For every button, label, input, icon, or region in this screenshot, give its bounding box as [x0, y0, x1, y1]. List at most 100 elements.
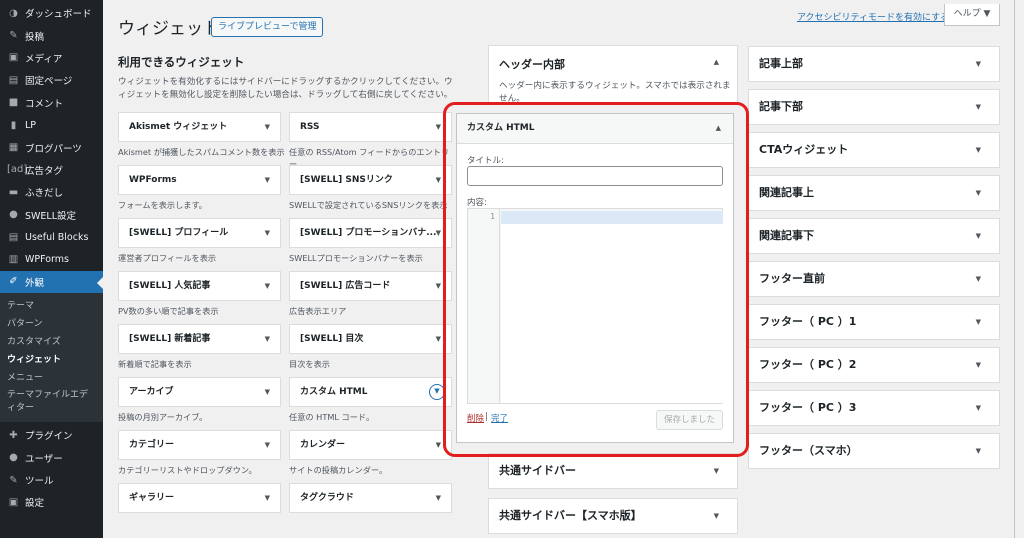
widget-tile[interactable]: ギャラリー ▼: [118, 483, 281, 513]
expand-arrow-icon[interactable]: ▼: [976, 434, 981, 468]
widget-description: SWELLプロモーションバナーを表示: [289, 253, 423, 263]
widget-description: 新着順で記事を表示: [118, 359, 192, 369]
sidebar-item-appearance[interactable]: ✐ 外観: [0, 270, 103, 294]
expand-arrow-icon[interactable]: ▼: [265, 166, 270, 194]
widget-tile[interactable]: [SWELL] プロフィール ▼: [118, 218, 281, 248]
sidebar-item-blog-parts[interactable]: ▦ ブログパーツ: [0, 136, 103, 158]
expand-arrow-icon[interactable]: ▼: [265, 325, 270, 353]
submenu-item[interactable]: パターン: [0, 315, 103, 333]
sidebar-area[interactable]: 関連記事上 ▼: [748, 175, 1000, 211]
sidebar-area[interactable]: フッター（ PC ）2 ▼: [748, 347, 1000, 383]
widget-tile[interactable]: WPForms ▼: [118, 165, 281, 195]
widget-tile[interactable]: アーカイブ ▼: [118, 377, 281, 407]
sidebar-item-user[interactable]: ● ユーザー: [0, 446, 103, 468]
active-arrow-indicator: [97, 276, 103, 289]
appearance-icon: ✐: [9, 276, 18, 288]
widget-tile[interactable]: [SWELL] プロモーションバナ... ▼: [289, 218, 452, 248]
widget-tile[interactable]: [SWELL] SNSリンク ▼: [289, 165, 452, 195]
sidebar-item-lp[interactable]: ▮ LP: [0, 114, 103, 136]
sidebar-item-media[interactable]: ▣ メディア: [0, 47, 103, 69]
expand-arrow-icon[interactable]: ▼: [976, 219, 981, 253]
sidebar-item-pin[interactable]: ✎ 投稿: [0, 24, 103, 46]
widget-tile[interactable]: RSS ▼: [289, 112, 452, 142]
widget-tile[interactable]: Akismet ウィジェット ▼: [118, 112, 281, 142]
sidebar-area[interactable]: 関連記事下 ▼: [748, 218, 1000, 254]
expand-arrow-icon[interactable]: ▼: [976, 262, 981, 296]
widget-tile[interactable]: タグクラウド ▼: [289, 483, 452, 513]
sidebar-item-blocks[interactable]: ▤ Useful Blocks: [0, 226, 103, 248]
sidebar-item-swell[interactable]: ● SWELL設定: [0, 204, 103, 226]
area-title: 共通サイドバー: [499, 464, 576, 477]
widget-tile[interactable]: [SWELL] 人気記事 ▼: [118, 271, 281, 301]
sidebar-area[interactable]: フッター（スマホ） ▼: [748, 433, 1000, 469]
live-preview-button[interactable]: ライブプレビューで管理: [211, 17, 324, 37]
sidebar-area[interactable]: フッター直前 ▼: [748, 261, 1000, 297]
expand-arrow-icon[interactable]: ▼: [265, 431, 270, 459]
expand-arrow-icon[interactable]: ▼: [436, 113, 441, 141]
expand-arrow-icon[interactable]: ▼: [976, 348, 981, 382]
expand-arrow-icon[interactable]: ▼: [436, 166, 441, 194]
sidebar-item-comment[interactable]: ■ コメント: [0, 92, 103, 114]
expand-arrow-icon[interactable]: ▼: [976, 305, 981, 339]
help-tab-button[interactable]: ヘルプ ▼: [944, 4, 1000, 26]
sidebar-item-ad-tag[interactable]: [ad] 広告タグ: [0, 159, 103, 181]
expand-arrow-icon[interactable]: ▼: [436, 484, 441, 512]
sidebar-area[interactable]: 記事下部 ▼: [748, 89, 1000, 125]
sidebar-item-label: WPForms: [25, 253, 70, 265]
sidebar-area[interactable]: 記事上部 ▼: [748, 46, 1000, 82]
widget-name: アーカイブ: [129, 387, 174, 397]
sidebar-area[interactable]: CTAウィジェット ▼: [748, 132, 1000, 168]
sidebar-item-label: 固定ページ: [25, 76, 73, 88]
expand-arrow-icon[interactable]: ▼: [265, 484, 270, 512]
expand-arrow-icon[interactable]: ▼: [436, 325, 441, 353]
widget-tile[interactable]: カスタム HTML ▼: [289, 377, 452, 407]
widget-tile[interactable]: [SWELL] 新着記事 ▼: [118, 324, 281, 354]
expand-arrow-icon[interactable]: ▼: [976, 176, 981, 210]
expand-arrow-icon[interactable]: ▼: [976, 133, 981, 167]
expand-arrow-icon[interactable]: ▼: [436, 219, 441, 247]
widget-tile[interactable]: [SWELL] 目次 ▼: [289, 324, 452, 354]
widget-tile[interactable]: カテゴリー ▼: [118, 430, 281, 460]
expand-arrow-icon[interactable]: ▼: [976, 391, 981, 425]
area-title: 共通サイドバー【スマホ版】: [499, 509, 642, 522]
widget-tile[interactable]: [SWELL] 広告コード ▼: [289, 271, 452, 301]
area-common-sidebar[interactable]: 共通サイドバー ▼: [488, 453, 738, 489]
submenu-item[interactable]: テーマ: [0, 297, 103, 315]
expand-arrow-icon[interactable]: ▼: [714, 499, 719, 533]
widget-description: カテゴリーリストやドロップダウン。: [118, 465, 257, 475]
nav-top: ◑ ダッシュボード ✎ 投稿 ▣ メディア ▤ 固定ページ ■ コメント ▮ LP ▦ ブログパーツ [ad…: [0, 0, 103, 271]
accessibility-mode-link[interactable]: アクセシビリティモードを有効にする: [797, 10, 949, 23]
expand-arrow-icon[interactable]: ▼: [714, 454, 719, 488]
expand-arrow-icon[interactable]: ▼: [976, 47, 981, 81]
sidebar-item-balloon[interactable]: ▬ ふきだし: [0, 181, 103, 203]
sidebar-item-dashboard[interactable]: ◑ ダッシュボード: [0, 2, 103, 24]
submenu-item[interactable]: カスタマイズ: [0, 333, 103, 351]
area-title: フッター（ PC ）3: [759, 401, 857, 414]
sidebar-item-tool[interactable]: ✎ ツール: [0, 469, 103, 491]
sidebar-area[interactable]: フッター（ PC ）3 ▼: [748, 390, 1000, 426]
submenu-item[interactable]: テーマファイルエディター: [0, 387, 96, 417]
area-title: 関連記事下: [759, 229, 814, 242]
expand-arrow-icon[interactable]: ▼: [265, 272, 270, 300]
expand-arrow-icon[interactable]: ▼: [265, 113, 270, 141]
sidebar-item-settings[interactable]: ▣ 設定: [0, 491, 103, 513]
sidebar-item-page[interactable]: ▤ 固定ページ: [0, 69, 103, 91]
widget-description: 運営者プロフィールを表示: [118, 253, 217, 263]
expand-arrow-icon[interactable]: ▼: [265, 219, 270, 247]
sidebar-item-wpforms[interactable]: ▥ WPForms: [0, 248, 103, 270]
expand-arrow-icon[interactable]: ▼: [436, 272, 441, 300]
area-common-sidebar-sp[interactable]: 共通サイドバー【スマホ版】 ▼: [488, 498, 738, 534]
expand-arrow-icon[interactable]: ▼: [436, 431, 441, 459]
submenu-item[interactable]: ウィジェット: [0, 351, 103, 369]
sidebar-item-label: 外観: [25, 277, 45, 289]
widget-tile[interactable]: カレンダー ▼: [289, 430, 452, 460]
collapse-arrow-icon[interactable]: ▲: [714, 58, 719, 66]
expand-arrow-icon[interactable]: ▼: [976, 90, 981, 124]
submenu-item[interactable]: メニュー: [0, 369, 103, 387]
sidebar-item-plugin[interactable]: ✚ プラグイン: [0, 424, 103, 446]
sidebar-area[interactable]: フッター（ PC ）1 ▼: [748, 304, 1000, 340]
widget-description: フォームを表示します。: [118, 200, 207, 210]
expand-arrow-icon[interactable]: ▼: [265, 378, 270, 406]
area-title: 関連記事上: [759, 186, 814, 199]
area-header-inner[interactable]: ヘッダー内部 ▲ ヘッダー内に表示するウィジェット。スマホでは表示されません。: [488, 45, 738, 105]
